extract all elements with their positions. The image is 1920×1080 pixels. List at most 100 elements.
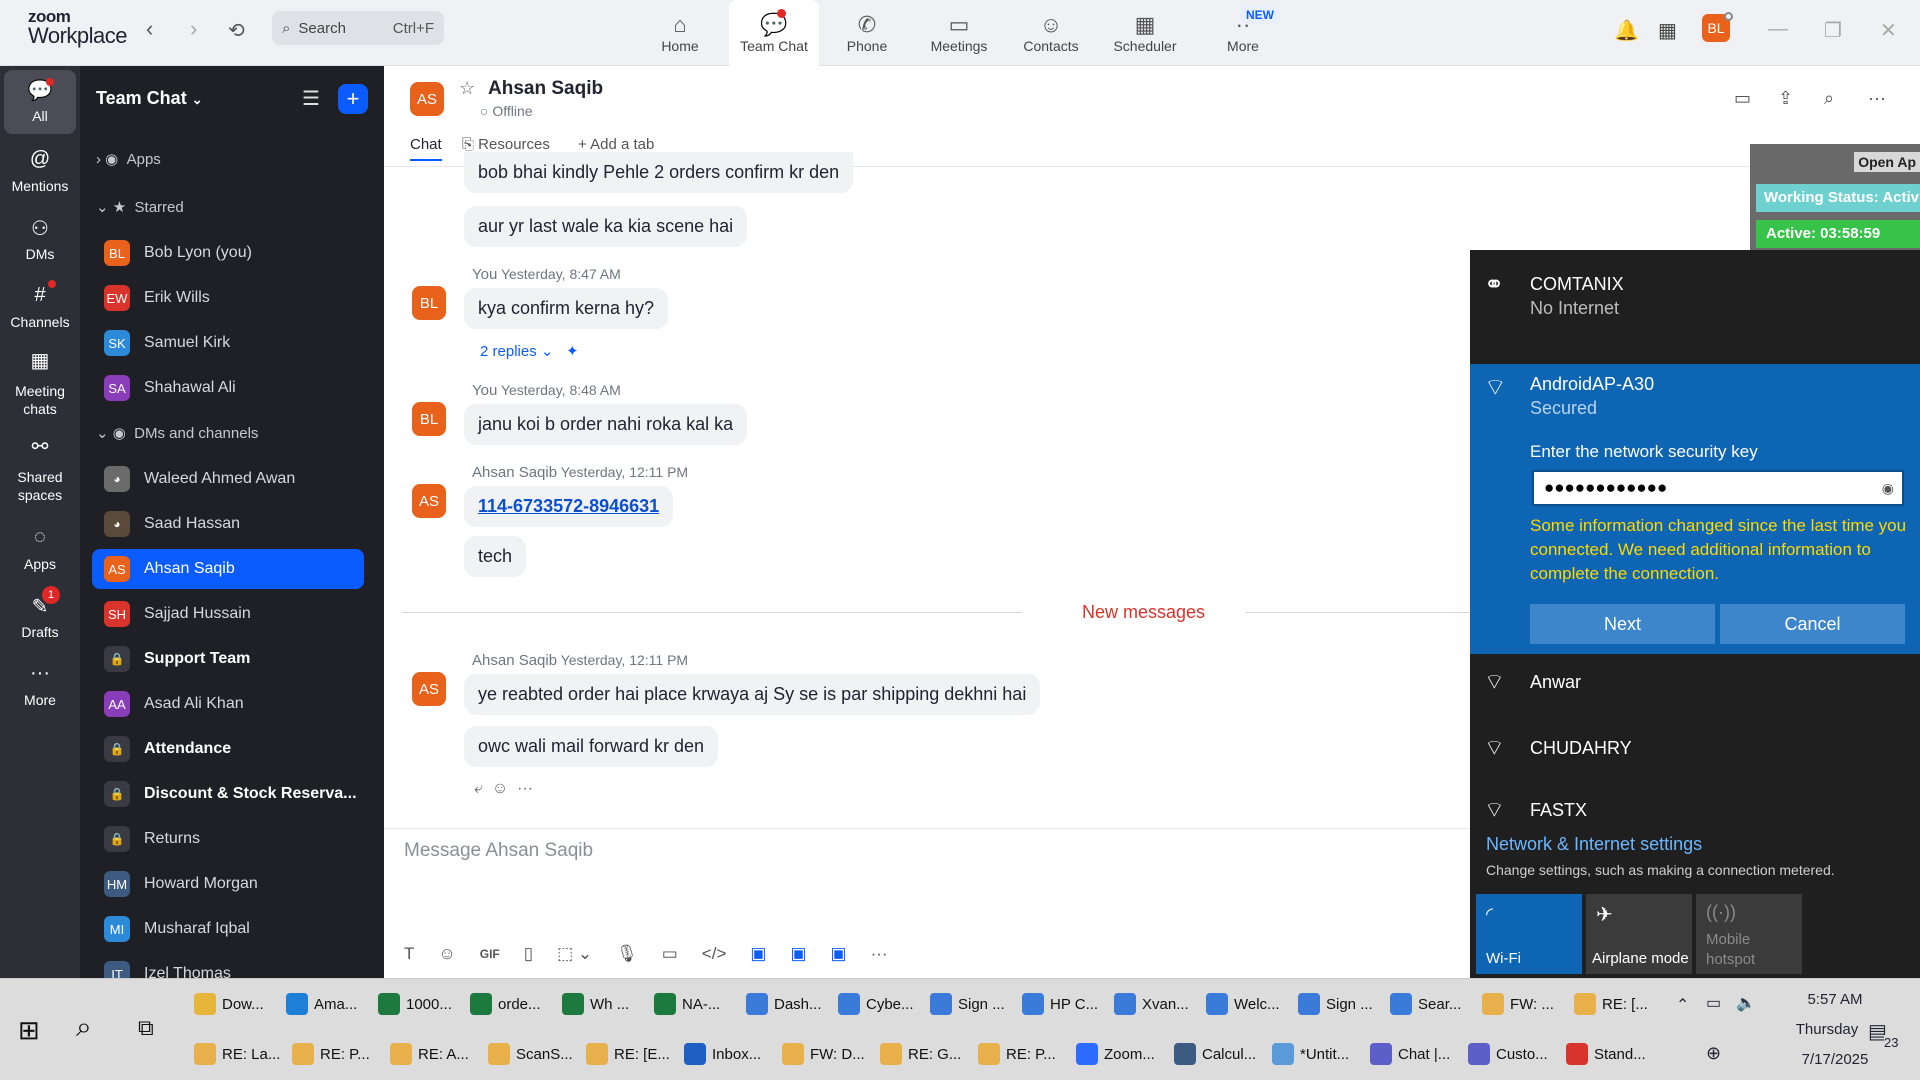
network-current[interactable]: ⚭ COMTANIX No Internet (1470, 250, 1920, 362)
message-bubble[interactable]: kya confirm kerna hy? (464, 288, 669, 329)
sidebar-item[interactable]: 🔒 Support Team (92, 639, 364, 679)
clock-day[interactable]: Thursday (1772, 1021, 1882, 1038)
tab-contacts[interactable]: ☺ Contacts (1006, 0, 1096, 66)
windows-start-icon[interactable]: ⊞ (18, 1015, 40, 1046)
emoji-icon[interactable]: ☺ (438, 944, 455, 964)
tab-home[interactable]: ⌂ Home (635, 0, 725, 66)
code-icon[interactable]: </> (702, 944, 727, 964)
clock-date[interactable]: 7/17/2025 (1780, 1051, 1890, 1068)
sidebar-item[interactable]: 🔒 Attendance (92, 729, 364, 769)
message-bubble[interactable]: janu koi b order nahi roka kal ka (464, 404, 748, 445)
message-input[interactable]: Message Ahsan Saqib (404, 840, 593, 862)
calendar-icon[interactable]: ▦ (1658, 18, 1677, 43)
maximize-icon[interactable]: ❐ (1824, 18, 1842, 43)
more-icon[interactable]: ··· (517, 780, 533, 797)
network-settings-link[interactable]: Network & Internet settings (1486, 834, 1702, 855)
rail-channels[interactable]: # Channels (0, 284, 80, 330)
sidebar-item[interactable]: 🔒 Discount & Stock Reserva... (92, 774, 364, 814)
network-item[interactable]: ⌔ FASTX (1470, 792, 1920, 820)
more-icon[interactable]: ··· (871, 944, 888, 964)
taskbar-app[interactable]: *Untit... (1272, 1039, 1349, 1069)
more-options-icon[interactable]: ··· (1868, 88, 1886, 109)
sidebar-title[interactable]: Team Chat ⌄ (96, 88, 203, 109)
battery-icon[interactable]: ▭ (1706, 993, 1721, 1013)
tab-add[interactable]: + Add a tab (578, 136, 654, 153)
taskbar-app[interactable]: RE: P... (978, 1039, 1056, 1069)
taskbar-app[interactable]: Xvan... (1114, 989, 1189, 1019)
wifi-toggle[interactable]: ◜ Wi-Fi (1476, 894, 1582, 974)
screenshot-icon[interactable]: ⬚ ⌄ (557, 944, 592, 964)
taskbar-app[interactable]: ScanS... (488, 1039, 573, 1069)
app-icon[interactable]: ▣ (790, 944, 806, 964)
sidebar-item[interactable]: 🔒 Returns (92, 819, 364, 859)
app-icon[interactable]: ▣ (831, 944, 847, 964)
taskbar-app[interactable]: NA-... (654, 989, 720, 1019)
bell-icon[interactable]: 🔔 (1614, 18, 1639, 43)
app-icon[interactable]: ▣ (750, 944, 766, 964)
sender-avatar[interactable]: AS (412, 672, 446, 706)
rail-apps[interactable]: ◌ Apps (0, 526, 80, 572)
taskbar-app[interactable]: Dash... (746, 989, 822, 1019)
sidebar-item[interactable]: HM Howard Morgan (92, 864, 364, 904)
format-icon[interactable]: T (404, 944, 414, 964)
sidebar-item[interactable]: SH Sajjad Hussain (92, 594, 364, 634)
section-apps[interactable]: › ◉ Apps (96, 150, 161, 168)
taskbar-app[interactable]: RE: P... (292, 1039, 370, 1069)
taskbar-app[interactable]: Ama... (286, 989, 357, 1019)
tab-team-chat[interactable]: 💬 Team Chat (729, 0, 819, 66)
message-bubble[interactable]: tech (464, 536, 527, 577)
taskbar-app[interactable]: Zoom... (1076, 1039, 1155, 1069)
reveal-password-icon[interactable]: ◉ (1882, 472, 1894, 504)
rail-dms[interactable]: ⚇ DMs (0, 216, 80, 262)
taskbar-app[interactable]: RE: A... (390, 1039, 469, 1069)
taskbar-app[interactable]: RE: La... (194, 1039, 280, 1069)
sender-avatar[interactable]: AS (412, 484, 446, 518)
taskbar-app[interactable]: FW: ... (1482, 989, 1554, 1019)
chevron-up-icon[interactable]: ⌃ (1676, 995, 1689, 1015)
security-key-input[interactable]: ●●●●●●●●●●●● ◉ (1532, 470, 1904, 506)
ai-sparkle-icon[interactable]: ✦ (566, 343, 579, 360)
rail-more[interactable]: ··· More (0, 662, 80, 708)
message-bubble[interactable]: owc wali mail forward kr den (464, 726, 719, 767)
order-link[interactable]: 114-6733572-8946631 (464, 486, 674, 527)
close-icon[interactable]: ✕ (1880, 18, 1897, 43)
emoji-icon[interactable]: ☺ (492, 780, 508, 797)
globe-icon[interactable]: ⊕ (1706, 1043, 1721, 1064)
search-icon[interactable]: ⌕ (76, 1011, 92, 1044)
mobile-hotspot-toggle[interactable]: ((·)) Mobile hotspot (1696, 894, 1802, 974)
file-icon[interactable]: ▯ (524, 944, 533, 964)
video-call-icon[interactable]: ▭ (1734, 88, 1751, 109)
forward-icon[interactable]: › (190, 16, 197, 42)
sidebar-item[interactable]: MI Musharaf Iqbal (92, 909, 364, 949)
tab-chat[interactable]: Chat (410, 136, 442, 161)
reply-icon[interactable]: ⤶ (474, 780, 483, 797)
taskbar-app[interactable]: Sign ... (1298, 989, 1373, 1019)
gif-icon[interactable]: GIF (480, 947, 500, 961)
taskbar-app[interactable]: Cybe... (838, 989, 914, 1019)
history-icon[interactable]: ⟲ (228, 18, 245, 43)
section-dms[interactable]: ⌄ ◉ DMs and channels (96, 424, 258, 442)
new-chat-button[interactable]: + (338, 84, 368, 114)
mic-icon[interactable]: 🎙 (616, 944, 638, 964)
rail-drafts[interactable]: ✎ Drafts (0, 594, 80, 640)
back-icon[interactable]: ‹ (146, 16, 153, 42)
taskbar-app[interactable]: Inbox... (684, 1039, 761, 1069)
tab-scheduler[interactable]: ▦ Scheduler (1100, 0, 1190, 66)
taskbar-app[interactable]: Welc... (1206, 989, 1280, 1019)
taskbar-app[interactable]: orde... (470, 989, 541, 1019)
sidebar-item-starred[interactable]: SK Samuel Kirk (92, 323, 364, 363)
cancel-button[interactable]: Cancel (1720, 604, 1905, 644)
rail-meeting-chats[interactable]: ▦ Meeting chats (0, 351, 80, 418)
taskbar-app[interactable]: HP C... (1022, 989, 1098, 1019)
sender-avatar[interactable]: BL (412, 286, 446, 320)
task-view-icon[interactable]: ⧉ (138, 1015, 154, 1041)
message-bubble[interactable]: aur yr last wale ka kia scene hai (464, 206, 748, 247)
sidebar-item-starred[interactable]: BL Bob Lyon (you) (92, 233, 364, 273)
taskbar-app[interactable]: Sign ... (930, 989, 1005, 1019)
taskbar-app[interactable]: FW: D... (782, 1039, 865, 1069)
rail-shared-spaces[interactable]: ⚯ Shared spaces (0, 437, 80, 504)
message-bubble[interactable]: ye reabted order hai place krwaya aj Sy … (464, 674, 1041, 715)
message-bubble[interactable]: bob bhai kindly Pehle 2 orders confirm k… (464, 152, 854, 193)
airplane-mode-toggle[interactable]: ✈ Airplane mode (1586, 894, 1692, 974)
taskbar-app[interactable]: RE: [... (1574, 989, 1648, 1019)
